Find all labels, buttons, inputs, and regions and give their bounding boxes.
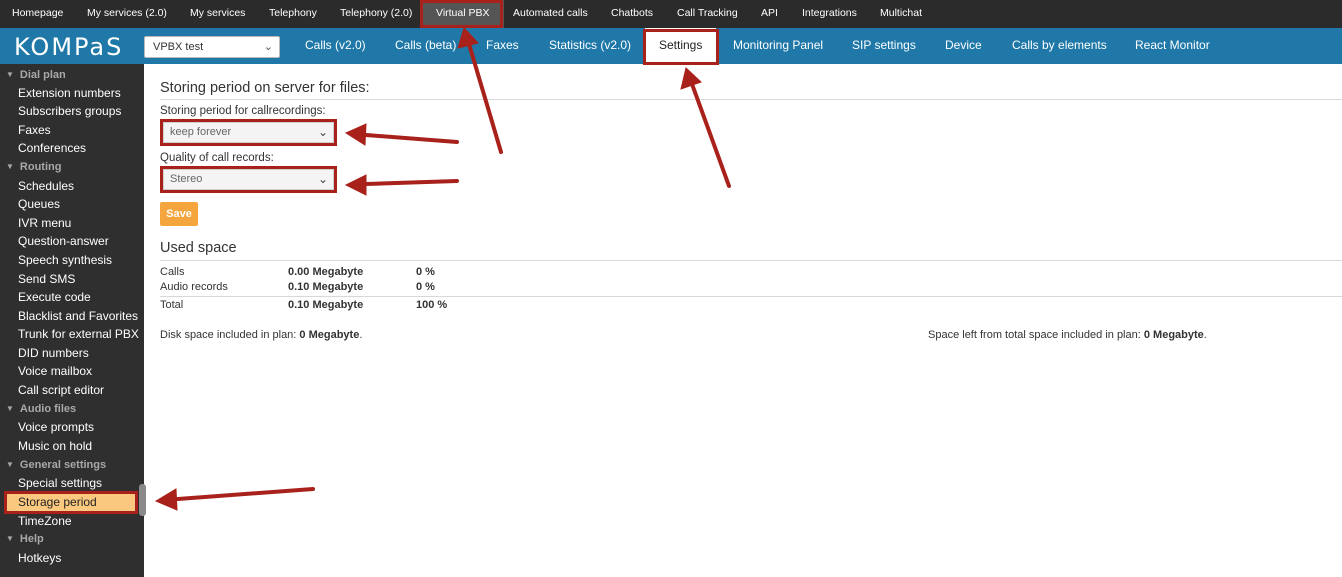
- tab-faxes[interactable]: Faxes: [486, 28, 519, 64]
- sidebar-group-dial-plan[interactable]: ▼ Dial plan: [0, 66, 144, 84]
- topnav-chatbots[interactable]: Chatbots: [611, 0, 653, 28]
- table-divider: [160, 296, 1342, 297]
- top-navigation: Homepage My services (2.0) My services T…: [0, 0, 1342, 28]
- sidebar-item-queues[interactable]: Queues: [0, 195, 144, 213]
- storage-section-title: Storing period on server for files:: [160, 80, 370, 96]
- topnav-telephony-2[interactable]: Telephony (2.0): [340, 0, 412, 28]
- highlight-recordings-select: [160, 119, 337, 146]
- sidebar-item-call-script-editor[interactable]: Call script editor: [0, 381, 144, 399]
- quality-label: Quality of call records:: [160, 152, 274, 164]
- sidebar-group-help[interactable]: ▼ Help: [0, 530, 144, 548]
- tab-react-monitor[interactable]: React Monitor: [1135, 28, 1210, 64]
- topnav-multichat[interactable]: Multichat: [880, 0, 922, 28]
- topnav-integrations[interactable]: Integrations: [802, 0, 857, 28]
- topnav-homepage[interactable]: Homepage: [12, 0, 63, 28]
- topnav-automated-calls[interactable]: Automated calls: [513, 0, 588, 28]
- sidebar-item-voice-prompts[interactable]: Voice prompts: [0, 418, 144, 436]
- section-divider: [160, 99, 1342, 100]
- section-divider: [160, 260, 1342, 261]
- topnav-telephony[interactable]: Telephony: [269, 0, 317, 28]
- used-space-row-name: Calls: [160, 266, 185, 278]
- used-space-row-percent: 0 %: [416, 266, 435, 278]
- disk-space-included: Disk space included in plan: 0 Megabyte.: [160, 329, 363, 341]
- topnav-my-services[interactable]: My services: [190, 0, 245, 28]
- used-space-row-name: Audio records: [160, 281, 228, 293]
- sidebar-item-did-numbers[interactable]: DID numbers: [0, 344, 144, 362]
- sidebar-item-timezone[interactable]: TimeZone: [0, 512, 144, 530]
- sidebar-item-schedules[interactable]: Schedules: [0, 177, 144, 195]
- space-left-total: Space left from total space included in …: [928, 329, 1207, 341]
- tab-monitoring-panel[interactable]: Monitoring Panel: [733, 28, 823, 64]
- sidebar-item-music-on-hold[interactable]: Music on hold: [0, 437, 144, 455]
- sidebar-item-question-answer[interactable]: Question-answer: [0, 232, 144, 250]
- triangle-down-icon: ▼: [6, 404, 14, 413]
- highlight-virtual-pbx: [420, 0, 503, 28]
- used-space-total-name: Total: [160, 299, 184, 311]
- sidebar-item-blacklist-favorites[interactable]: Blacklist and Favorites: [0, 307, 144, 325]
- sidebar-item-special-settings[interactable]: Special settings: [0, 474, 144, 492]
- tab-calls-v2[interactable]: Calls (v2.0): [305, 28, 366, 64]
- tab-sip-settings[interactable]: SIP settings: [852, 28, 916, 64]
- tab-device[interactable]: Device: [945, 28, 982, 64]
- triangle-down-icon: ▼: [6, 534, 14, 543]
- triangle-down-icon: ▼: [6, 70, 14, 79]
- topnav-my-services-2[interactable]: My services (2.0): [87, 0, 167, 28]
- sidebar-group-general-settings[interactable]: ▼ General settings: [0, 456, 144, 474]
- used-space-row-size: 0.10 Megabyte: [288, 281, 364, 293]
- sidebar-item-execute-code[interactable]: Execute code: [0, 288, 144, 306]
- sidebar-item-faxes[interactable]: Faxes: [0, 121, 144, 139]
- vpbx-select-value: VPBX test: [153, 41, 204, 53]
- recordings-period-label: Storing period for callrecordings:: [160, 105, 326, 117]
- sidebar-item-speech-synthesis[interactable]: Speech synthesis: [0, 251, 144, 269]
- used-space-row-percent: 0 %: [416, 281, 435, 293]
- chevron-down-icon: ⌄: [263, 41, 273, 53]
- tab-calls-by-elements[interactable]: Calls by elements: [1012, 28, 1107, 64]
- topnav-api[interactable]: API: [761, 0, 778, 28]
- used-space-total-size: 0.10 Megabyte: [288, 299, 364, 311]
- highlight-quality-select: [160, 166, 337, 193]
- sidebar-item-ivr-menu[interactable]: IVR menu: [0, 214, 144, 232]
- triangle-down-icon: ▼: [6, 162, 14, 171]
- sidebar-scrollbar[interactable]: [139, 484, 146, 516]
- used-space-total-percent: 100 %: [416, 299, 448, 311]
- highlight-settings-tab: [643, 29, 719, 65]
- used-space-row-size: 0.00 Megabyte: [288, 266, 364, 278]
- sidebar-group-audio-files[interactable]: ▼ Audio files: [0, 400, 144, 418]
- sidebar-item-subscribers-groups[interactable]: Subscribers groups: [0, 102, 144, 120]
- sidebar-item-send-sms[interactable]: Send SMS: [0, 270, 144, 288]
- tab-statistics-v2[interactable]: Statistics (v2.0): [549, 28, 631, 64]
- sidebar-item-extension-numbers[interactable]: Extension numbers: [0, 84, 144, 102]
- sidebar-item-conferences[interactable]: Conferences: [0, 139, 144, 157]
- topnav-call-tracking[interactable]: Call Tracking: [677, 0, 738, 28]
- sidebar-group-routing[interactable]: ▼ Routing: [0, 158, 144, 176]
- sidebar-item-voice-mailbox[interactable]: Voice mailbox: [0, 362, 144, 380]
- save-button[interactable]: Save: [160, 202, 198, 226]
- used-space-title: Used space: [160, 240, 237, 256]
- tab-calls-beta[interactable]: Calls (beta): [395, 28, 456, 64]
- vpbx-select[interactable]: VPBX test ⌄: [144, 36, 280, 58]
- sidebar-item-trunk-external-pbx[interactable]: Trunk for external PBX: [0, 325, 144, 343]
- triangle-down-icon: ▼: [6, 460, 14, 469]
- brand-logo[interactable]: KOMPaS: [14, 33, 123, 61]
- sidebar-item-hotkeys[interactable]: Hotkeys: [0, 549, 144, 567]
- highlight-storage-period: [4, 491, 138, 514]
